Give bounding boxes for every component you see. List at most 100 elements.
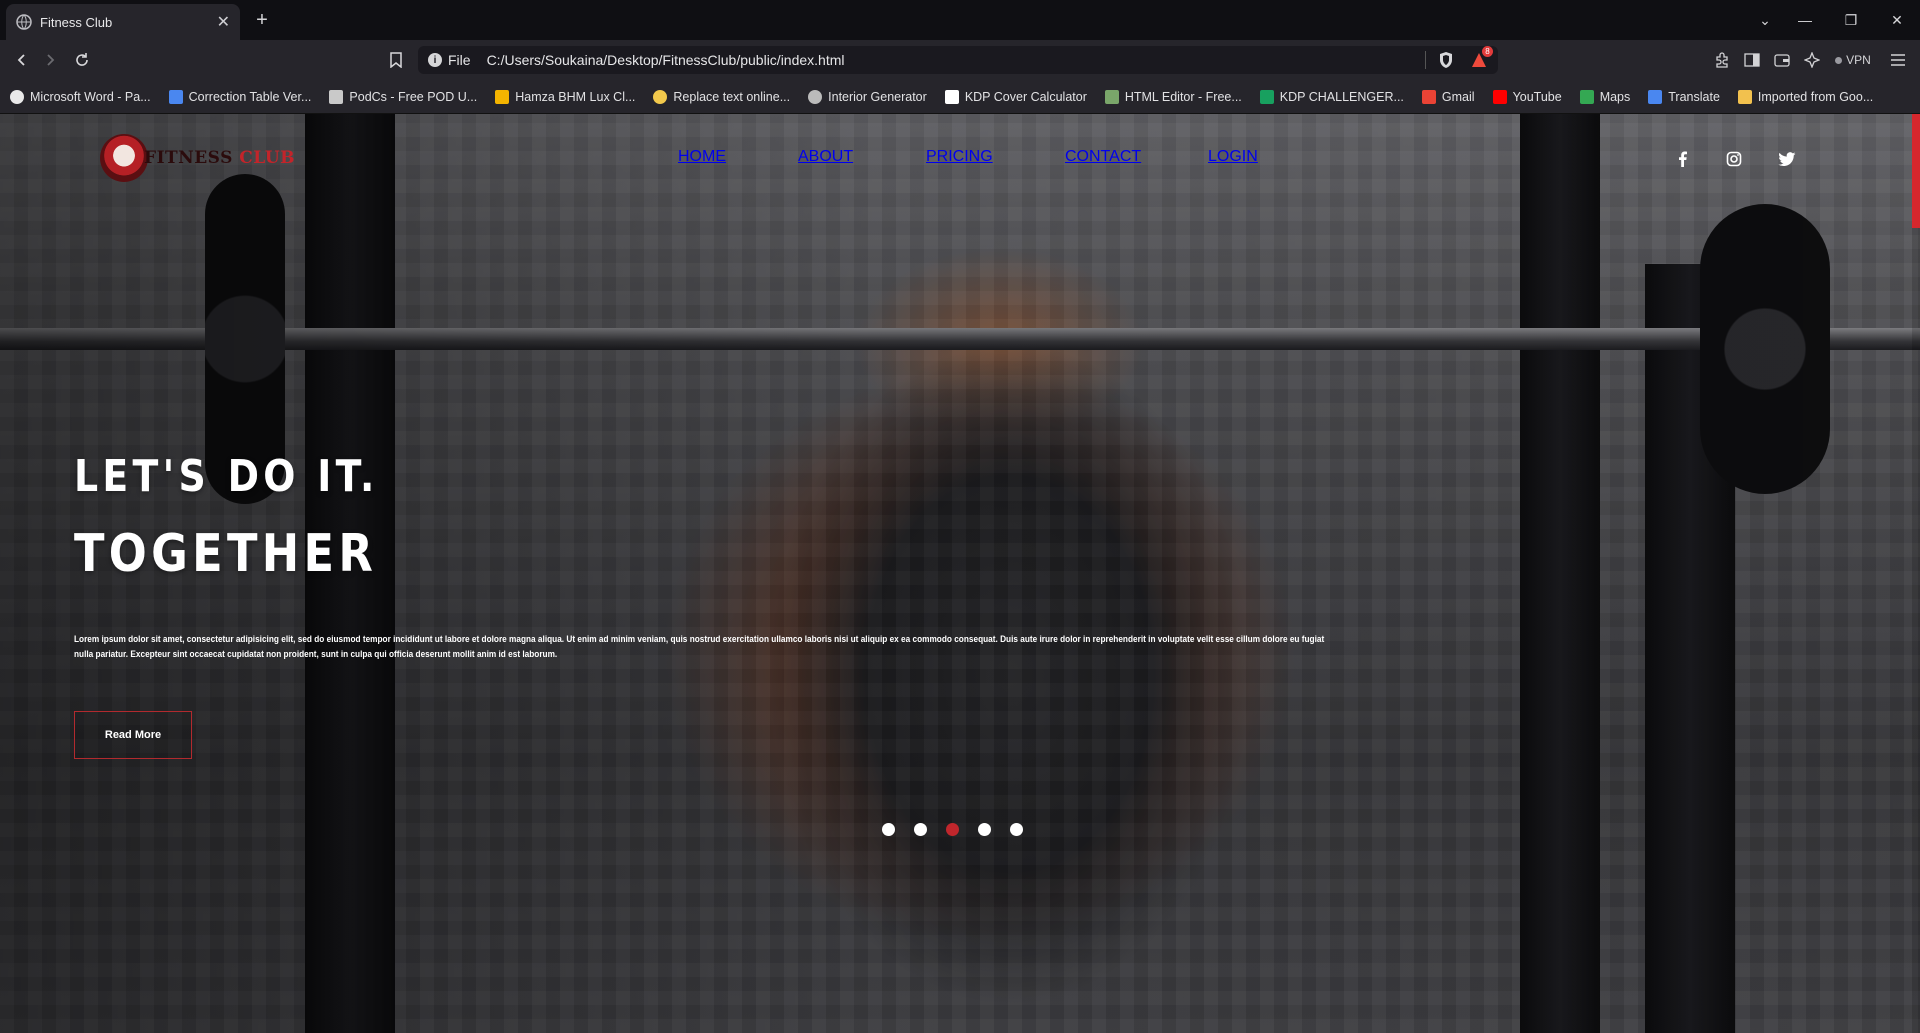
bookmark-label: YouTube: [1512, 89, 1562, 104]
forward-button[interactable]: [38, 48, 62, 72]
logo-word-club: CLUB: [239, 148, 296, 168]
arrow-right-icon: [47, 54, 55, 66]
rewards-badge: 8: [1482, 46, 1493, 57]
scrollbar-thumb[interactable]: [1912, 114, 1920, 228]
bookmark-item[interactable]: KDP Cover Calculator: [944, 89, 1087, 104]
nav-login[interactable]: LOGIN: [1208, 148, 1258, 166]
gmail-icon: [1421, 89, 1436, 104]
wallet-icon[interactable]: [1772, 50, 1792, 70]
bookmark-label: Imported from Goo...: [1757, 89, 1874, 104]
url-scheme: File: [448, 52, 471, 68]
nav-pricing[interactable]: PRICING: [926, 148, 993, 166]
bookmark-label: Gmail: [1441, 89, 1475, 104]
replace-icon: [653, 89, 668, 104]
vpn-label: VPN: [1846, 53, 1871, 67]
bookmark-page-button[interactable]: [384, 48, 408, 72]
bookmark-item[interactable]: HTML Editor - Free...: [1104, 89, 1242, 104]
docs-icon: [168, 89, 183, 104]
hero-heading-line2: TOGETHER: [74, 524, 378, 584]
slider-dot[interactable]: [914, 823, 927, 836]
hero-section: FITNESS CLUB HOME ABOUT PRICING CONTACT …: [0, 114, 1920, 1033]
youtube-icon: [1492, 89, 1507, 104]
tab-title: Fitness Club: [40, 14, 113, 30]
info-icon[interactable]: i: [428, 53, 442, 67]
sidebar-icon[interactable]: [1742, 50, 1762, 70]
close-tab-icon[interactable]: ✕: [217, 12, 230, 32]
leo-ai-icon[interactable]: [1802, 50, 1822, 70]
browser-tab[interactable]: Fitness Club ✕: [6, 4, 240, 40]
globe-icon: [16, 14, 32, 30]
vpn-dot-icon: [1835, 56, 1843, 64]
bookmark-item[interactable]: Microsoft Word - Pa...: [10, 89, 151, 104]
bookmark-item[interactable]: Translate: [1648, 89, 1720, 104]
nav-about[interactable]: ABOUT: [798, 148, 853, 166]
amazon-icon: [944, 89, 959, 104]
address-bar[interactable]: i File C:/Users/Soukaina/Desktop/Fitness…: [418, 46, 1498, 74]
bookmark-item[interactable]: KDP CHALLENGER...: [1259, 89, 1404, 104]
bookmark-item[interactable]: Maps: [1579, 89, 1631, 104]
extensions-icon[interactable]: [1712, 50, 1732, 70]
scrollbar[interactable]: [1912, 114, 1920, 1033]
reload-button[interactable]: [70, 48, 94, 72]
bookmark-item[interactable]: Imported from Goo...: [1737, 89, 1874, 104]
bookmark-label: KDP CHALLENGER...: [1279, 89, 1404, 104]
url-text[interactable]: C:/Users/Soukaina/Desktop/FitnessClub/pu…: [487, 52, 1413, 68]
bookmark-label: Maps: [1599, 89, 1631, 104]
bookmark-label: Translate: [1668, 89, 1720, 104]
bookmark-item[interactable]: Interior Generator: [808, 89, 927, 104]
bookmarks-bar: Microsoft Word - Pa... Correction Table V…: [0, 80, 1920, 114]
close-window-button[interactable]: ✕: [1874, 0, 1920, 40]
bookmark-label: Correction Table Ver...: [188, 89, 312, 104]
tab-strip: Fitness Club ✕ + ⌄ — ❐ ✕: [0, 0, 1920, 40]
arrow-left-icon: [17, 54, 25, 66]
url-divider: [1425, 51, 1426, 69]
browser-toolbar: i File C:/Users/Soukaina/Desktop/Fitness…: [0, 40, 1920, 80]
menu-icon[interactable]: [1888, 50, 1908, 70]
bookmark-item[interactable]: Gmail: [1421, 89, 1475, 104]
new-tab-button[interactable]: +: [250, 8, 274, 32]
bookmark-icon: [390, 52, 402, 68]
hero-paragraph: Lorem ipsum dolor sit amet, consectetur …: [74, 634, 1325, 660]
hero-heading-line1: LET'S DO IT.: [74, 451, 379, 502]
bookmark-label: Replace text online...: [673, 89, 791, 104]
logo-word-fitness: FITNESS: [144, 148, 233, 168]
slider-dot[interactable]: [946, 823, 959, 836]
slider-dot[interactable]: [978, 823, 991, 836]
translate-icon: [1648, 89, 1663, 104]
sheets-icon: [1259, 89, 1274, 104]
bookmark-item[interactable]: PodCs - Free POD U...: [329, 89, 478, 104]
read-more-button[interactable]: Read More: [74, 711, 192, 759]
folder-icon: [1737, 89, 1752, 104]
wordpress-icon: [10, 89, 24, 104]
nav-home[interactable]: HOME: [678, 148, 726, 166]
bookmark-label: Microsoft Word - Pa...: [30, 89, 151, 104]
html-icon: [1104, 89, 1119, 104]
bookmark-item[interactable]: Correction Table Ver...: [168, 89, 312, 104]
bookmark-label: KDP Cover Calculator: [964, 89, 1087, 104]
twitter-icon[interactable]: [1776, 148, 1798, 170]
bookmark-label: Interior Generator: [828, 89, 927, 104]
maps-icon: [1579, 89, 1594, 104]
site-logo[interactable]: FITNESS CLUB: [100, 134, 295, 182]
slider-dot[interactable]: [882, 823, 895, 836]
brave-shield-icon[interactable]: [1438, 51, 1454, 69]
minimize-button[interactable]: —: [1782, 0, 1828, 40]
vpn-button[interactable]: VPN: [1832, 50, 1874, 70]
back-button[interactable]: [10, 48, 34, 72]
nav-contact[interactable]: CONTACT: [1065, 148, 1141, 166]
bookmark-label: HTML Editor - Free...: [1124, 89, 1242, 104]
facebook-icon[interactable]: [1671, 148, 1693, 170]
instagram-icon[interactable]: [1723, 148, 1745, 170]
bookmark-item[interactable]: Replace text online...: [653, 89, 791, 104]
slider-dots: [882, 823, 1042, 836]
rewards-button[interactable]: 8: [1470, 46, 1493, 69]
slider-dot[interactable]: [1010, 823, 1023, 836]
bookmark-label: Hamza BHM Lux Cl...: [515, 89, 636, 104]
restore-button[interactable]: ❐: [1828, 0, 1874, 40]
globe-icon: [808, 89, 823, 104]
bookmark-label: PodCs - Free POD U...: [349, 89, 478, 104]
bookmark-item[interactable]: YouTube: [1492, 89, 1562, 104]
pod-icon: [329, 89, 344, 104]
bookmark-item[interactable]: Hamza BHM Lux Cl...: [495, 89, 636, 104]
reload-icon: [76, 53, 88, 66]
